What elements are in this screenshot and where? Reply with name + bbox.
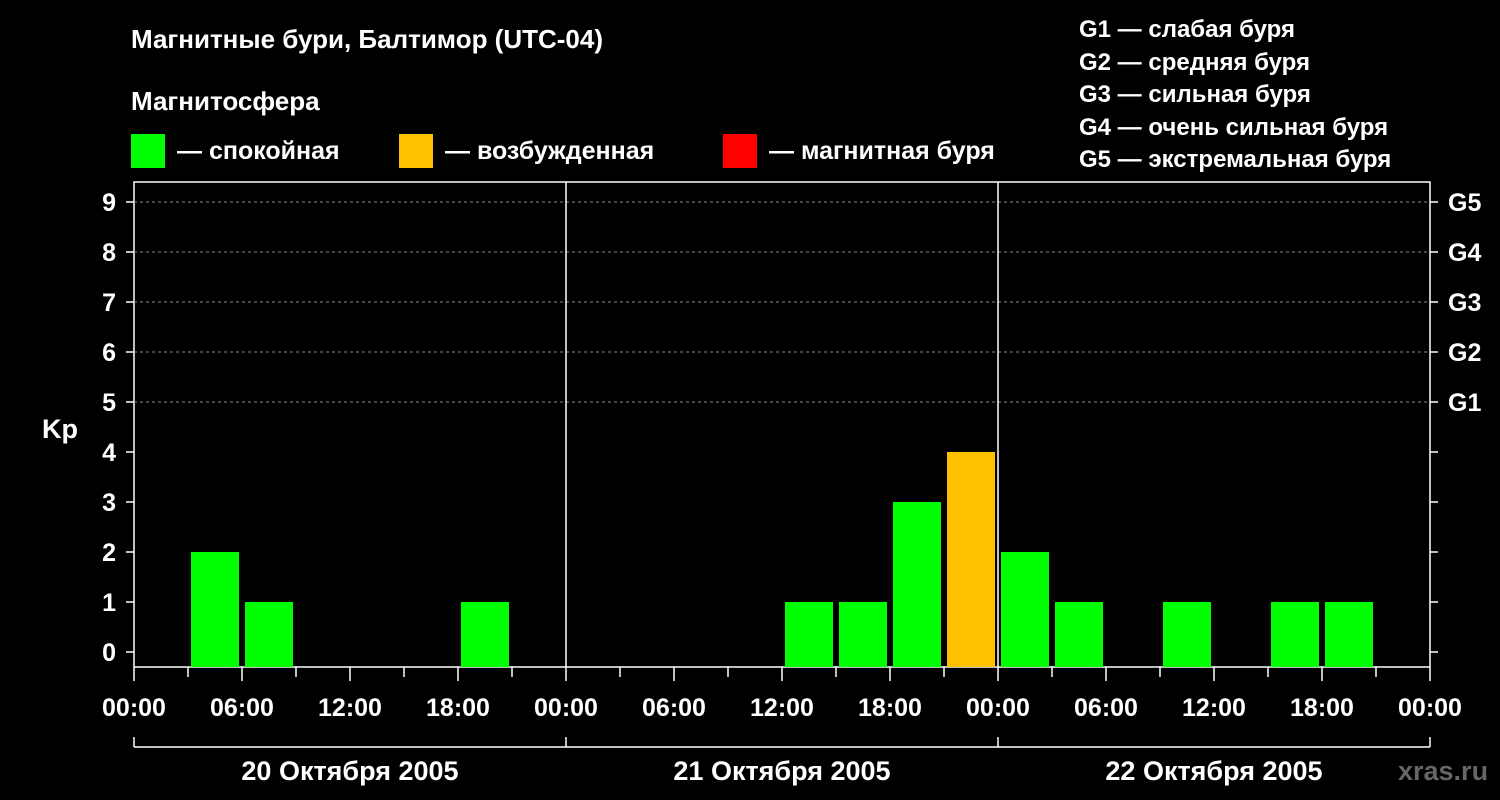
kp-bar bbox=[785, 602, 833, 667]
y-tick-label: 6 bbox=[102, 339, 116, 367]
y-tick-label: 1 bbox=[102, 589, 116, 617]
x-tick-label: 00:00 bbox=[102, 694, 166, 722]
y-tick-label: 0 bbox=[102, 639, 116, 667]
kp-bar bbox=[1055, 602, 1103, 667]
x-tick-label: 06:00 bbox=[210, 694, 274, 722]
y-tick-label: 9 bbox=[102, 189, 116, 217]
plot-frame bbox=[133, 181, 1431, 668]
y-tick-label: 5 bbox=[102, 389, 116, 417]
y-tick-label: 3 bbox=[102, 489, 116, 517]
watermark: xras.ru bbox=[1398, 756, 1489, 786]
kp-bar bbox=[461, 602, 509, 667]
x-tick-label: 06:00 bbox=[642, 694, 706, 722]
g-level-label: G2 bbox=[1448, 339, 1481, 367]
x-tick-label: 18:00 bbox=[426, 694, 490, 722]
y-tick-label: 4 bbox=[102, 439, 116, 467]
kp-bar bbox=[839, 602, 887, 667]
day-label: 21 Октября 2005 bbox=[673, 756, 890, 786]
kp-bar bbox=[191, 552, 239, 667]
y-tick-label: 2 bbox=[102, 539, 116, 567]
kp-bar bbox=[893, 502, 941, 667]
x-tick-label: 00:00 bbox=[966, 694, 1030, 722]
day-label: 22 Октября 2005 bbox=[1105, 756, 1322, 786]
y-axis-label: Kp bbox=[42, 414, 78, 444]
g-level-label: G3 bbox=[1448, 289, 1481, 317]
x-tick-label: 18:00 bbox=[858, 694, 922, 722]
kp-bar bbox=[245, 602, 293, 667]
day-label: 20 Октября 2005 bbox=[241, 756, 458, 786]
kp-bar bbox=[1325, 602, 1373, 667]
x-tick-label: 12:00 bbox=[750, 694, 814, 722]
x-tick-label: 12:00 bbox=[318, 694, 382, 722]
g-level-label: G5 bbox=[1448, 189, 1481, 217]
x-tick-label: 00:00 bbox=[1398, 694, 1462, 722]
x-tick-label: 00:00 bbox=[534, 694, 598, 722]
y-tick-label: 7 bbox=[102, 289, 116, 317]
x-tick-label: 18:00 bbox=[1290, 694, 1354, 722]
x-tick-label: 06:00 bbox=[1074, 694, 1138, 722]
kp-bar bbox=[1001, 552, 1049, 667]
g-level-label: G1 bbox=[1448, 389, 1481, 417]
kp-bar bbox=[1163, 602, 1211, 667]
x-tick-label: 12:00 bbox=[1182, 694, 1246, 722]
y-tick-label: 8 bbox=[102, 239, 116, 267]
kp-chart: 0 1 2 3 4 5 6 7 8 9 G1 G2 G3 G4 G5 Kp 00:00 06:00 12:00 18:… bbox=[42, 181, 1481, 786]
kp-bar bbox=[947, 452, 995, 667]
kp-bar bbox=[1271, 602, 1319, 667]
g-level-label: G4 bbox=[1448, 239, 1481, 267]
